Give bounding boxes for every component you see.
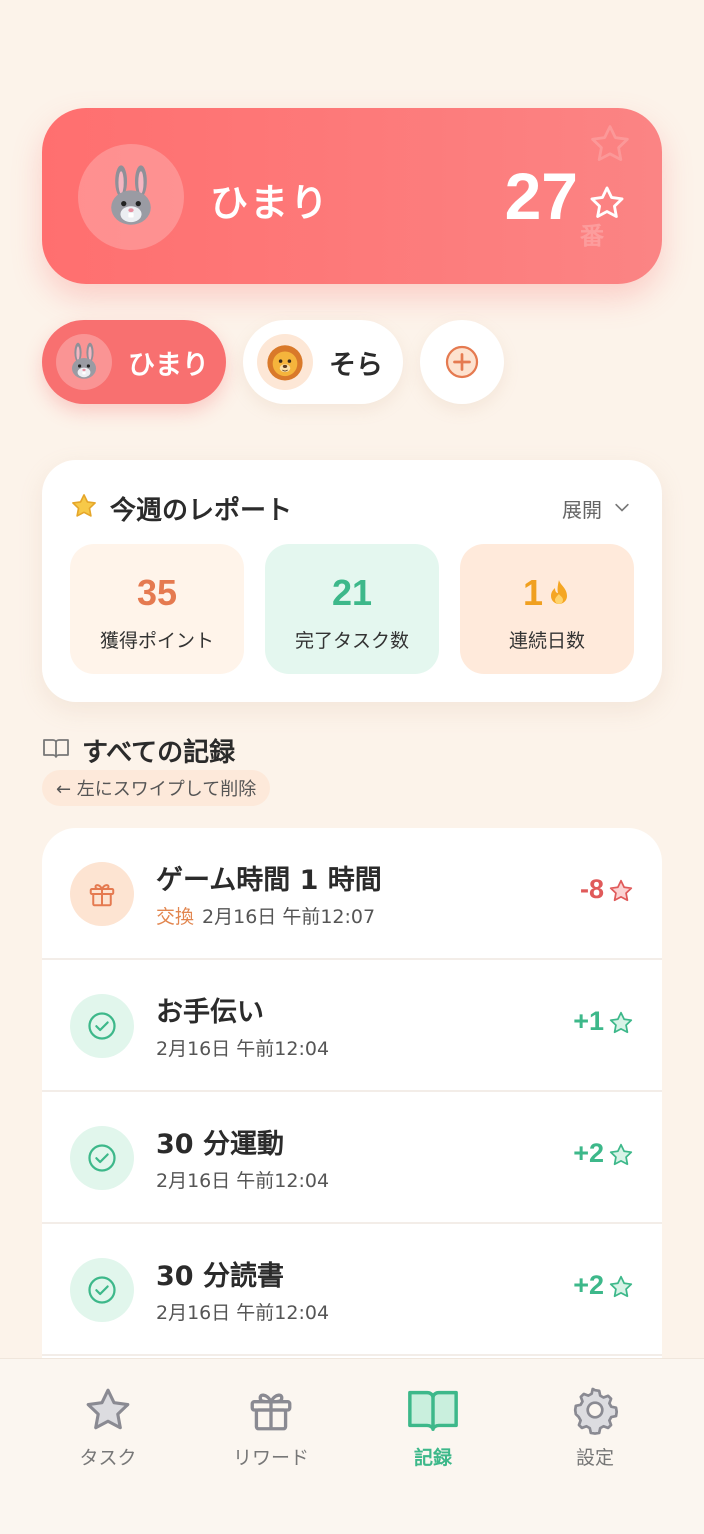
rabbit-avatar-icon xyxy=(64,342,104,382)
stat-label: 連続日数 xyxy=(508,630,585,652)
list-item[interactable]: 30 分運動 2月16日 午前12:04 +2 xyxy=(42,1092,662,1224)
stat-value: 35 xyxy=(136,572,178,613)
star-icon xyxy=(608,1274,634,1300)
chevron-down-icon[interactable] xyxy=(612,498,632,518)
record-points: +2 xyxy=(573,1270,604,1300)
record-title: お手伝い xyxy=(156,997,264,1028)
profile-avatar xyxy=(78,144,184,250)
record-title: ゲーム時間 1 時間 xyxy=(156,865,382,896)
star-icon xyxy=(70,492,98,520)
child-chip-himari[interactable]: ひまり xyxy=(42,320,226,404)
child-chip-sora[interactable]: そら xyxy=(243,320,403,404)
tab-label: 設定 xyxy=(575,1447,614,1469)
gear-icon xyxy=(573,1387,619,1435)
star-icon xyxy=(608,1142,634,1168)
lion-avatar-icon xyxy=(263,340,307,384)
plus-circle-icon xyxy=(445,345,479,379)
stat-streak-days: 1 連続日数 xyxy=(460,544,634,674)
tab-records[interactable]: 記録 xyxy=(368,1385,498,1470)
flame-icon xyxy=(551,580,568,604)
stat-label: 獲得ポイント xyxy=(99,630,214,652)
child-chip-label: そら xyxy=(329,349,383,381)
expand-button[interactable]: 展開 xyxy=(562,494,602,523)
stat-points-earned: 35 獲得ポイント xyxy=(70,544,244,674)
star-icon xyxy=(608,1010,634,1036)
swipe-hint: ← 左にスワイプして削除 xyxy=(42,770,271,806)
record-date: 2月16日 午前12:07 xyxy=(202,906,376,928)
record-points: -8 xyxy=(579,874,604,904)
decorative-star-icon xyxy=(588,122,632,166)
profile-card: ひまり 27 番 xyxy=(42,108,662,284)
tab-settings[interactable]: 設定 xyxy=(530,1385,660,1470)
bottom-tab-bar: タスク リワード 記録 設定 xyxy=(0,1358,704,1534)
records-list: ゲーム時間 1 時間 交換 2月16日 午前12:07 -8 お手伝い 2月16日… xyxy=(42,828,662,1388)
stat-tasks-completed: 21 完了タスク数 xyxy=(265,544,439,674)
profile-name: ひまり xyxy=(210,181,331,225)
check-circle-icon xyxy=(70,1258,134,1322)
child-chip-label: ひまり xyxy=(128,349,209,381)
gift-icon xyxy=(246,1385,296,1435)
tab-label: タスク xyxy=(79,1447,137,1469)
record-title: 30 分読書 xyxy=(156,1261,284,1292)
record-tag: 交換 xyxy=(156,906,195,928)
tab-rewards[interactable]: リワード xyxy=(206,1385,336,1470)
records-title: すべての記録 xyxy=(82,738,236,768)
record-date: 2月16日 午前12:04 xyxy=(156,1170,330,1192)
record-title: 30 分運動 xyxy=(156,1129,284,1160)
tab-label: リワード xyxy=(232,1447,309,1469)
check-circle-icon xyxy=(70,1126,134,1190)
add-child-button[interactable] xyxy=(420,320,504,404)
gift-icon xyxy=(70,862,134,926)
list-item[interactable]: お手伝い 2月16日 午前12:04 +1 xyxy=(42,960,662,1092)
book-icon xyxy=(408,1390,458,1432)
star-icon xyxy=(83,1385,133,1435)
stat-value: 1 xyxy=(522,572,544,613)
avatar xyxy=(56,334,112,390)
record-points: +1 xyxy=(573,1006,604,1036)
record-subtitle: 交換 2月16日 午前12:07 xyxy=(156,902,375,929)
record-date: 2月16日 午前12:04 xyxy=(156,1038,330,1060)
weekly-report-card: 今週のレポート 展開 35 獲得ポイント 21 完了タスク数 1 連続日数 xyxy=(42,460,662,702)
list-item[interactable]: 30 分読書 2月16日 午前12:04 +2 xyxy=(42,1224,662,1356)
rabbit-avatar-icon xyxy=(98,164,164,230)
check-circle-icon xyxy=(70,994,134,1058)
decorative-text: 番 xyxy=(580,222,604,250)
record-points: +2 xyxy=(573,1138,604,1168)
star-icon xyxy=(608,878,634,904)
list-item[interactable]: ゲーム時間 1 時間 交換 2月16日 午前12:07 -8 xyxy=(42,828,662,960)
tab-tasks[interactable]: タスク xyxy=(43,1385,173,1470)
book-icon xyxy=(43,739,69,758)
report-title: 今週のレポート xyxy=(110,496,293,526)
points-balance: 27 xyxy=(504,159,578,233)
tab-label: 記録 xyxy=(413,1447,452,1469)
avatar xyxy=(257,334,313,390)
stat-value: 21 xyxy=(331,572,373,613)
record-date: 2月16日 午前12:04 xyxy=(156,1302,330,1324)
stat-label: 完了タスク数 xyxy=(294,630,409,652)
